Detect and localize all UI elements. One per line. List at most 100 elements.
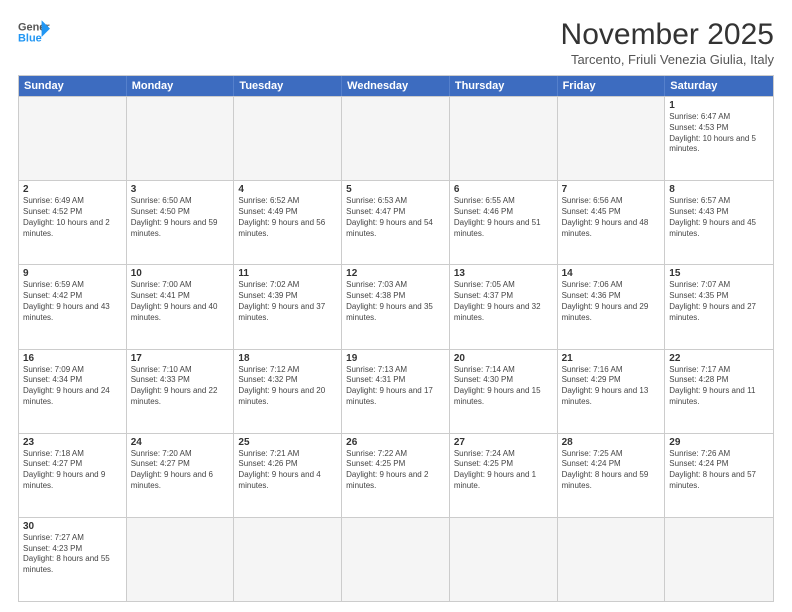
- day-info: Sunrise: 6:57 AM Sunset: 4:43 PM Dayligh…: [669, 196, 769, 239]
- day-number: 4: [238, 184, 337, 195]
- weekday-header-sunday: Sunday: [19, 76, 127, 96]
- day-info: Sunrise: 6:47 AM Sunset: 4:53 PM Dayligh…: [669, 112, 769, 155]
- day-number: 18: [238, 353, 337, 364]
- calendar-row-4: 23Sunrise: 7:18 AM Sunset: 4:27 PM Dayli…: [19, 433, 773, 517]
- calendar-cell: 19Sunrise: 7:13 AM Sunset: 4:31 PM Dayli…: [342, 350, 450, 433]
- day-info: Sunrise: 6:53 AM Sunset: 4:47 PM Dayligh…: [346, 196, 445, 239]
- day-number: 10: [131, 268, 230, 279]
- calendar-row-0: 1Sunrise: 6:47 AM Sunset: 4:53 PM Daylig…: [19, 96, 773, 180]
- calendar-cell: [127, 518, 235, 601]
- calendar-cell: [558, 97, 666, 180]
- day-number: 29: [669, 437, 769, 448]
- day-number: 9: [23, 268, 122, 279]
- calendar-cell: [234, 518, 342, 601]
- calendar-cell: 8Sunrise: 6:57 AM Sunset: 4:43 PM Daylig…: [665, 181, 773, 264]
- day-number: 15: [669, 268, 769, 279]
- day-number: 20: [454, 353, 553, 364]
- calendar-cell: 20Sunrise: 7:14 AM Sunset: 4:30 PM Dayli…: [450, 350, 558, 433]
- calendar-cell: 22Sunrise: 7:17 AM Sunset: 4:28 PM Dayli…: [665, 350, 773, 433]
- day-info: Sunrise: 7:13 AM Sunset: 4:31 PM Dayligh…: [346, 365, 445, 408]
- calendar-cell: 27Sunrise: 7:24 AM Sunset: 4:25 PM Dayli…: [450, 434, 558, 517]
- day-info: Sunrise: 7:20 AM Sunset: 4:27 PM Dayligh…: [131, 449, 230, 492]
- calendar-cell: 18Sunrise: 7:12 AM Sunset: 4:32 PM Dayli…: [234, 350, 342, 433]
- day-info: Sunrise: 7:26 AM Sunset: 4:24 PM Dayligh…: [669, 449, 769, 492]
- day-number: 11: [238, 268, 337, 279]
- day-number: 7: [562, 184, 661, 195]
- calendar-cell: 15Sunrise: 7:07 AM Sunset: 4:35 PM Dayli…: [665, 265, 773, 348]
- generalblue-logo-icon: General Blue: [18, 18, 50, 46]
- day-number: 2: [23, 184, 122, 195]
- day-number: 1: [669, 100, 769, 111]
- day-number: 13: [454, 268, 553, 279]
- day-info: Sunrise: 7:18 AM Sunset: 4:27 PM Dayligh…: [23, 449, 122, 492]
- day-info: Sunrise: 7:17 AM Sunset: 4:28 PM Dayligh…: [669, 365, 769, 408]
- day-info: Sunrise: 6:56 AM Sunset: 4:45 PM Dayligh…: [562, 196, 661, 239]
- calendar-cell: 23Sunrise: 7:18 AM Sunset: 4:27 PM Dayli…: [19, 434, 127, 517]
- day-info: Sunrise: 7:22 AM Sunset: 4:25 PM Dayligh…: [346, 449, 445, 492]
- day-number: 6: [454, 184, 553, 195]
- day-info: Sunrise: 7:25 AM Sunset: 4:24 PM Dayligh…: [562, 449, 661, 492]
- day-info: Sunrise: 7:27 AM Sunset: 4:23 PM Dayligh…: [23, 533, 122, 576]
- calendar-cell: 21Sunrise: 7:16 AM Sunset: 4:29 PM Dayli…: [558, 350, 666, 433]
- weekday-header-friday: Friday: [558, 76, 666, 96]
- calendar-cell: 9Sunrise: 6:59 AM Sunset: 4:42 PM Daylig…: [19, 265, 127, 348]
- day-info: Sunrise: 7:06 AM Sunset: 4:36 PM Dayligh…: [562, 280, 661, 323]
- calendar-cell: 5Sunrise: 6:53 AM Sunset: 4:47 PM Daylig…: [342, 181, 450, 264]
- calendar-cell: 29Sunrise: 7:26 AM Sunset: 4:24 PM Dayli…: [665, 434, 773, 517]
- subtitle: Tarcento, Friuli Venezia Giulia, Italy: [561, 52, 774, 67]
- calendar-cell: 4Sunrise: 6:52 AM Sunset: 4:49 PM Daylig…: [234, 181, 342, 264]
- calendar-cell: [665, 518, 773, 601]
- calendar-cell: 12Sunrise: 7:03 AM Sunset: 4:38 PM Dayli…: [342, 265, 450, 348]
- calendar-row-3: 16Sunrise: 7:09 AM Sunset: 4:34 PM Dayli…: [19, 349, 773, 433]
- header: General Blue November 2025 Tarcento, Fri…: [18, 18, 774, 67]
- calendar-cell: 26Sunrise: 7:22 AM Sunset: 4:25 PM Dayli…: [342, 434, 450, 517]
- calendar-cell: 10Sunrise: 7:00 AM Sunset: 4:41 PM Dayli…: [127, 265, 235, 348]
- calendar-cell: [342, 97, 450, 180]
- calendar-row-2: 9Sunrise: 6:59 AM Sunset: 4:42 PM Daylig…: [19, 264, 773, 348]
- svg-text:Blue: Blue: [18, 32, 42, 44]
- calendar: SundayMondayTuesdayWednesdayThursdayFrid…: [18, 75, 774, 602]
- day-number: 19: [346, 353, 445, 364]
- calendar-cell: 6Sunrise: 6:55 AM Sunset: 4:46 PM Daylig…: [450, 181, 558, 264]
- calendar-cell: 11Sunrise: 7:02 AM Sunset: 4:39 PM Dayli…: [234, 265, 342, 348]
- day-number: 27: [454, 437, 553, 448]
- day-number: 16: [23, 353, 122, 364]
- day-info: Sunrise: 6:50 AM Sunset: 4:50 PM Dayligh…: [131, 196, 230, 239]
- day-info: Sunrise: 7:10 AM Sunset: 4:33 PM Dayligh…: [131, 365, 230, 408]
- day-info: Sunrise: 6:52 AM Sunset: 4:49 PM Dayligh…: [238, 196, 337, 239]
- calendar-cell: 1Sunrise: 6:47 AM Sunset: 4:53 PM Daylig…: [665, 97, 773, 180]
- calendar-cell: 16Sunrise: 7:09 AM Sunset: 4:34 PM Dayli…: [19, 350, 127, 433]
- weekday-header-saturday: Saturday: [665, 76, 773, 96]
- calendar-cell: 24Sunrise: 7:20 AM Sunset: 4:27 PM Dayli…: [127, 434, 235, 517]
- title-block: November 2025 Tarcento, Friuli Venezia G…: [561, 18, 774, 67]
- day-info: Sunrise: 7:00 AM Sunset: 4:41 PM Dayligh…: [131, 280, 230, 323]
- day-number: 5: [346, 184, 445, 195]
- calendar-cell: [558, 518, 666, 601]
- weekday-header-thursday: Thursday: [450, 76, 558, 96]
- day-number: 14: [562, 268, 661, 279]
- calendar-cell: 17Sunrise: 7:10 AM Sunset: 4:33 PM Dayli…: [127, 350, 235, 433]
- calendar-cell: [19, 97, 127, 180]
- calendar-cell: 25Sunrise: 7:21 AM Sunset: 4:26 PM Dayli…: [234, 434, 342, 517]
- day-number: 22: [669, 353, 769, 364]
- calendar-cell: [234, 97, 342, 180]
- day-info: Sunrise: 7:16 AM Sunset: 4:29 PM Dayligh…: [562, 365, 661, 408]
- calendar-body: 1Sunrise: 6:47 AM Sunset: 4:53 PM Daylig…: [19, 96, 773, 601]
- logo: General Blue: [18, 18, 50, 46]
- day-number: 17: [131, 353, 230, 364]
- day-number: 30: [23, 521, 122, 532]
- calendar-cell: 2Sunrise: 6:49 AM Sunset: 4:52 PM Daylig…: [19, 181, 127, 264]
- day-number: 24: [131, 437, 230, 448]
- day-info: Sunrise: 7:03 AM Sunset: 4:38 PM Dayligh…: [346, 280, 445, 323]
- calendar-cell: 3Sunrise: 6:50 AM Sunset: 4:50 PM Daylig…: [127, 181, 235, 264]
- calendar-cell: 30Sunrise: 7:27 AM Sunset: 4:23 PM Dayli…: [19, 518, 127, 601]
- day-info: Sunrise: 7:24 AM Sunset: 4:25 PM Dayligh…: [454, 449, 553, 492]
- calendar-cell: [450, 97, 558, 180]
- day-number: 21: [562, 353, 661, 364]
- day-number: 12: [346, 268, 445, 279]
- calendar-row-1: 2Sunrise: 6:49 AM Sunset: 4:52 PM Daylig…: [19, 180, 773, 264]
- day-number: 26: [346, 437, 445, 448]
- calendar-cell: [127, 97, 235, 180]
- day-number: 28: [562, 437, 661, 448]
- day-number: 3: [131, 184, 230, 195]
